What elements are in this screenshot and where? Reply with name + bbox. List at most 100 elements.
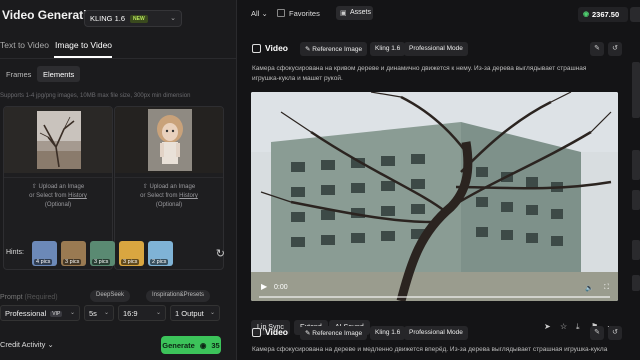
- duration-value: 5s: [89, 309, 97, 318]
- credits-balance[interactable]: ◉ 2367.50: [578, 7, 628, 22]
- tree-image: [4, 107, 112, 173]
- thumbnail-strip: [632, 40, 640, 360]
- hint-thumb[interactable]: 3 pics: [90, 241, 115, 266]
- subtab-elements[interactable]: Elements: [37, 66, 81, 82]
- model-name: KLING 1.6: [90, 14, 126, 23]
- upload-icon: ⇧: [31, 184, 37, 190]
- outputs-select[interactable]: 1 Output ⌄: [170, 305, 220, 321]
- mode-value: Professional: [5, 309, 47, 318]
- mode-select[interactable]: Professional VIP ⌄: [0, 305, 80, 321]
- options-row: Professional VIP ⌄ 5s ⌄ 16:9 ⌄ 1 Output ⌄: [0, 305, 237, 321]
- chevron-down-icon: ⌄: [261, 9, 268, 18]
- hint-count: 3 pics: [92, 259, 111, 265]
- chevron-down-icon: ⌄: [209, 310, 215, 316]
- outputs-value: 1 Output: [175, 309, 204, 318]
- optional-label: (Optional): [155, 202, 183, 208]
- credit-activity-label: Credit Activity: [0, 340, 46, 349]
- card-title: Video: [265, 327, 288, 337]
- favorites-label: Favorites: [289, 9, 320, 18]
- tag-reference-image[interactable]: ✎ Reference Image: [300, 42, 368, 56]
- hint-thumb[interactable]: 3 pics: [61, 241, 86, 266]
- tag-model[interactable]: Kling 1.6: [370, 326, 406, 340]
- history-thumb[interactable]: [632, 150, 640, 180]
- chevron-down-icon: ⌄: [103, 310, 109, 316]
- assets-icon: ▣: [340, 10, 347, 17]
- tag-reference-image[interactable]: ✎ Reference Image: [300, 326, 368, 340]
- upload-area[interactable]: ⇧ Upload an Image or Select from History…: [115, 183, 223, 210]
- video-player[interactable]: ▶ 0:00 🔈 ⛶: [251, 92, 618, 301]
- deepseek-button[interactable]: DeepSeek: [90, 290, 131, 302]
- ratio-select[interactable]: 16:9 ⌄: [118, 305, 166, 321]
- history-icon[interactable]: ↺: [608, 326, 622, 340]
- hint-thumb[interactable]: 3 pics: [119, 241, 144, 266]
- upload-icon: ⇧: [142, 184, 148, 190]
- history-thumb[interactable]: [632, 240, 640, 260]
- tag-mode[interactable]: Professional Mode: [404, 42, 468, 56]
- divider: [4, 177, 112, 178]
- duration-select[interactable]: 5s ⌄: [84, 305, 114, 321]
- left-topbar: Video Generation KLING 1.6 NEW ⌄: [0, 4, 237, 27]
- history-thumb[interactable]: [632, 275, 640, 291]
- upload-label: Upload an Image: [38, 184, 85, 190]
- video-card: Video ✎ Reference Image Kling 1.6 Profes…: [246, 326, 622, 360]
- video-progress-bar[interactable]: [259, 296, 610, 298]
- history-link[interactable]: History: [179, 193, 198, 199]
- chevron-down-icon: ⌄: [69, 310, 75, 316]
- prompt-description: Камера сфокусирована на дереве и медленн…: [252, 346, 608, 353]
- video-frame-image: [251, 92, 618, 301]
- card-header: Video ✎ Reference Image Kling 1.6 Profes…: [246, 326, 622, 340]
- generate-label: Generate: [162, 340, 195, 350]
- mode-tabs: Text to Video Image to Video: [0, 40, 237, 58]
- generate-button[interactable]: Generate ◉ 35: [161, 336, 221, 354]
- tag-label: Reference Image: [312, 46, 363, 53]
- upload-area[interactable]: ⇧ Upload an Image or Select from History…: [4, 183, 112, 210]
- hint-thumb[interactable]: 2 pics: [148, 241, 173, 266]
- play-icon[interactable]: ▶: [261, 282, 267, 291]
- tab-image-to-video[interactable]: Image to Video: [55, 40, 112, 50]
- avatar[interactable]: [630, 7, 640, 22]
- hints-label: Hints:: [6, 249, 24, 256]
- prompt-required: (Required): [24, 294, 58, 301]
- history-thumb[interactable]: [632, 190, 640, 210]
- tab-text-to-video[interactable]: Text to Video: [0, 40, 49, 50]
- subtab-frames[interactable]: Frames: [0, 66, 37, 82]
- hint-count: 2 pics: [150, 259, 169, 265]
- divider: [115, 177, 223, 178]
- edit-icon[interactable]: ✎: [590, 42, 604, 56]
- results-toolbar: All ⌄ Favorites ▣ Assets ◉ 2367.50: [238, 0, 640, 28]
- tag-model[interactable]: Kling 1.6: [370, 42, 406, 56]
- favorites-checkbox[interactable]: [277, 9, 285, 17]
- chevron-down-icon: ⌄: [47, 340, 54, 349]
- history-thumb[interactable]: [632, 62, 640, 118]
- edit-icon[interactable]: ✎: [590, 326, 604, 340]
- hint-thumb[interactable]: 4 pics: [32, 241, 57, 266]
- volume-icon[interactable]: 🔈: [585, 284, 594, 292]
- or-select-label: or Select from: [140, 193, 178, 199]
- hint-count: 4 pics: [34, 259, 53, 265]
- card-header: Video ✎ Reference Image Kling 1.6 Profes…: [246, 42, 622, 56]
- history-link[interactable]: History: [68, 193, 87, 199]
- assets-label: Assets: [350, 9, 372, 16]
- prompt-label: Prompt (Required): [0, 294, 58, 301]
- hint-count: 3 pics: [121, 259, 140, 265]
- history-icon[interactable]: ↺: [608, 42, 622, 56]
- filter-select[interactable]: All ⌄: [251, 9, 268, 18]
- hints-row: Hints: 4 pics 3 pics 3 pics 3 pics 2 pic…: [6, 241, 231, 269]
- or-select-label: or Select from: [29, 193, 67, 199]
- credits-value: 2367.50: [592, 10, 620, 19]
- vip-badge: VIP: [50, 311, 63, 317]
- coin-icon: ◉: [583, 11, 590, 18]
- chevron-down-icon: ⌄: [155, 310, 161, 316]
- inspiration-button[interactable]: Inspiration&Presets: [146, 290, 211, 302]
- results-panel: All ⌄ Favorites ▣ Assets ◉ 2367.50 Video…: [238, 0, 640, 360]
- fullscreen-icon[interactable]: ⛶: [604, 284, 609, 292]
- video-time: 0:00: [274, 284, 288, 291]
- tag-mode[interactable]: Professional Mode: [404, 326, 468, 340]
- prompt-row: Prompt (Required) DeepSeek Inspiration&P…: [0, 290, 237, 304]
- credit-activity-button[interactable]: Credit Activity ⌄: [0, 340, 54, 349]
- doll-image: [115, 107, 223, 173]
- ratio-value: 16:9: [123, 309, 138, 318]
- assets-button[interactable]: ▣ Assets: [336, 6, 373, 20]
- refresh-icon[interactable]: ↻: [216, 247, 225, 260]
- model-select[interactable]: KLING 1.6 NEW ⌄: [84, 10, 182, 27]
